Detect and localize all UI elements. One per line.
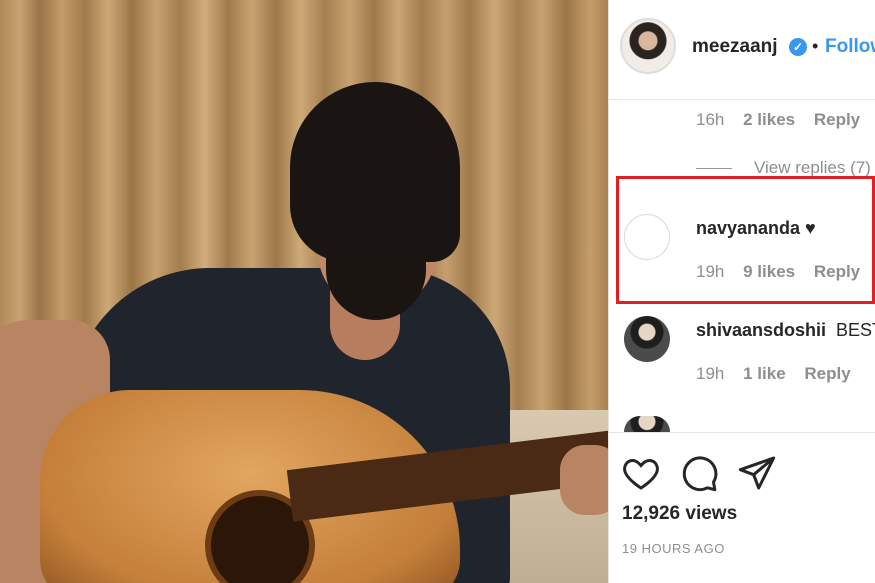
heart-icon[interactable] xyxy=(621,453,661,493)
comment-username[interactable]: navyananda ♥ xyxy=(696,218,816,239)
comment-time: 19h xyxy=(696,364,725,383)
comment-meta: 16h 2 likes Reply xyxy=(696,110,874,130)
share-icon[interactable] xyxy=(737,453,777,493)
person-hand xyxy=(560,445,608,515)
verified-badge-icon: ✓ xyxy=(789,38,807,56)
post-actions: 12,926 views 19 HOURS AGO xyxy=(609,432,875,583)
post-header: meezaanj ✓ • Follow xyxy=(609,0,875,100)
comment-likes[interactable]: 9 likes xyxy=(743,262,795,281)
comment-likes[interactable]: 1 like xyxy=(743,364,786,383)
author-username[interactable]: meezaanj xyxy=(692,36,778,58)
comment-time: 19h xyxy=(696,262,725,281)
comment-text: BEST xyxy=(836,320,875,340)
comment-icon[interactable] xyxy=(679,453,719,493)
comment-meta: 19h 1 like Reply xyxy=(696,364,865,384)
view-count[interactable]: 12,926 views xyxy=(622,503,737,525)
comment-time: 16h xyxy=(696,110,725,129)
comment-username[interactable]: shivaansdoshii xyxy=(696,320,826,341)
commenter-avatar[interactable] xyxy=(624,316,670,362)
view-replies-button[interactable]: View replies (7) xyxy=(754,158,871,178)
comment-meta: 19h 9 likes Reply xyxy=(696,262,874,282)
video-player[interactable] xyxy=(0,0,608,583)
person-hair xyxy=(290,82,460,262)
author-avatar[interactable] xyxy=(620,18,676,74)
reply-button[interactable]: Reply xyxy=(814,110,860,129)
reply-button[interactable]: Reply xyxy=(804,364,850,383)
follow-button[interactable]: Follow xyxy=(825,36,875,58)
instagram-comments-panel: meezaanj ✓ • Follow 16h 2 likes Reply Vi… xyxy=(608,0,875,583)
header-separator: • xyxy=(812,36,819,56)
view-replies-line xyxy=(696,168,732,169)
post-timestamp: 19 HOURS AGO xyxy=(622,541,725,556)
reply-button[interactable]: Reply xyxy=(814,262,860,281)
commenter-avatar[interactable] xyxy=(624,214,670,260)
commenter-avatar-partial[interactable] xyxy=(624,416,670,432)
comment-likes[interactable]: 2 likes xyxy=(743,110,795,129)
